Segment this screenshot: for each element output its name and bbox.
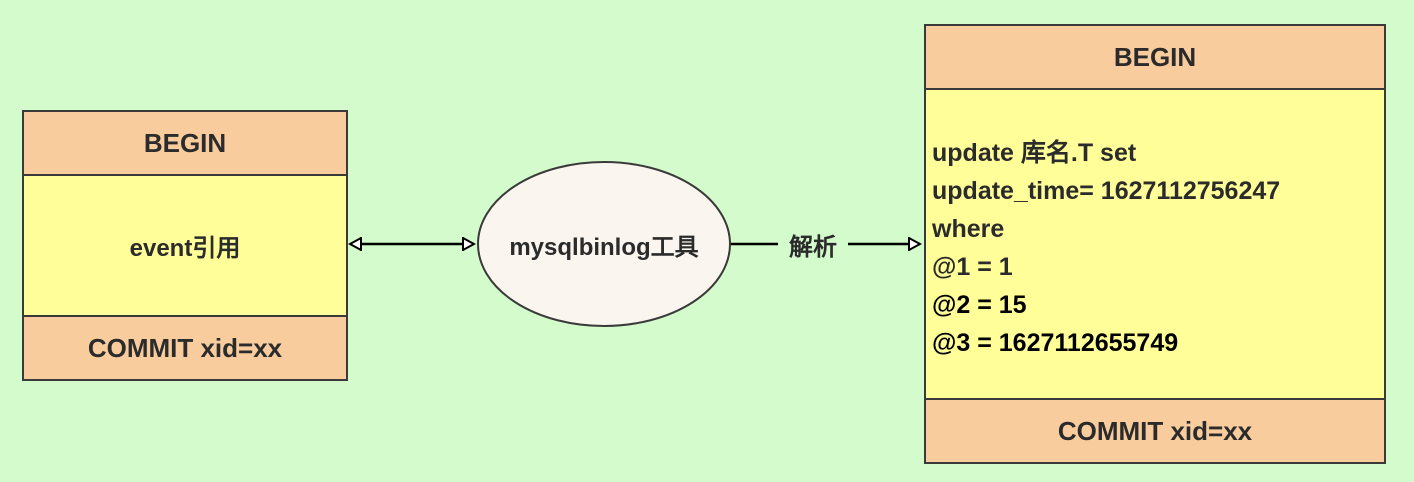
statement-line: update_time= 1627112756247 bbox=[932, 177, 1281, 205]
mysqlbinlog-tool-label: mysqlbinlog工具 bbox=[509, 233, 699, 261]
statement-line: @2 = 15 bbox=[932, 291, 1027, 319]
binlog-begin-header: BEGIN bbox=[24, 112, 346, 176]
statement-line: @1 = 1 bbox=[932, 253, 1013, 281]
parsed-transaction-box: BEGIN update 库名.T set update_time= 16271… bbox=[924, 24, 1386, 464]
binlog-event-box: BEGIN event引用 COMMIT xid=xx bbox=[22, 110, 348, 381]
parse-edge-label: 解析 bbox=[778, 226, 848, 262]
statement-line: where bbox=[932, 215, 1005, 243]
binlog-commit-footer: COMMIT xid=xx bbox=[24, 315, 346, 379]
event-reference-label: event引用 bbox=[129, 235, 241, 262]
parsed-statement: update 库名.T set update_time= 16271127562… bbox=[932, 134, 1380, 362]
diagram-canvas: mysqlbinlog工具 解析 BEGIN event引用 COMMIT xi… bbox=[0, 0, 1414, 482]
parsed-begin-header: BEGIN bbox=[926, 26, 1384, 90]
parsed-commit-footer: COMMIT xid=xx bbox=[926, 398, 1384, 462]
statement-line: update 库名.T set bbox=[932, 139, 1137, 167]
statement-line: @3 = 1627112655749 bbox=[932, 329, 1179, 357]
